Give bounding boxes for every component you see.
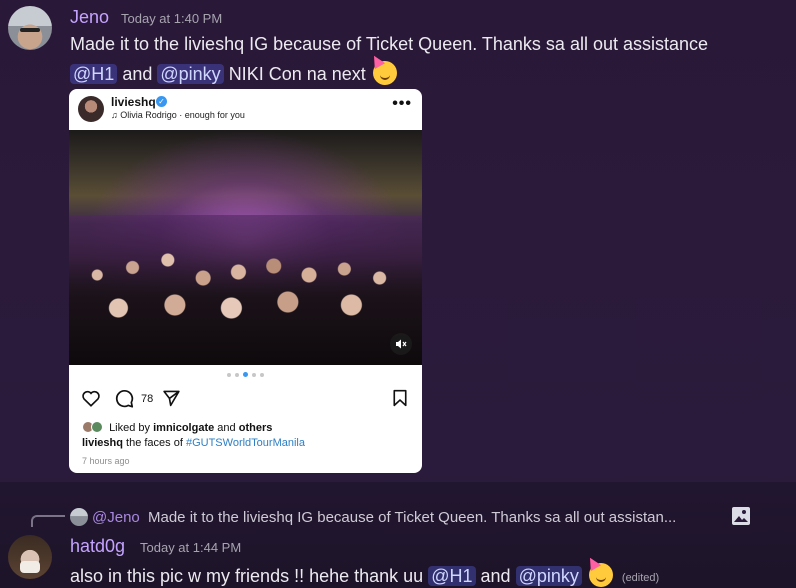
- caption-username[interactable]: livieshq: [82, 437, 123, 449]
- message-and-text: and: [480, 566, 511, 586]
- music-note-icon: ♫: [111, 110, 118, 120]
- instagram-actions: 78: [69, 387, 422, 413]
- caption-hashtag[interactable]: #GUTSWorldTourManila: [186, 437, 305, 449]
- reply-spine: [31, 515, 65, 527]
- instagram-username[interactable]: livieshq: [111, 95, 156, 109]
- instagram-liked-by: Liked by imnicolgate and others: [82, 421, 272, 434]
- message-after-mentions: NIKI Con na next: [228, 64, 366, 84]
- carousel-indicator: [69, 372, 422, 377]
- message-text: also in this pic w my friends !! hehe th…: [70, 563, 659, 587]
- concert-crowd-image: [69, 215, 422, 365]
- liked-user[interactable]: imnicolgate: [153, 422, 214, 434]
- message-jeno: Jeno Today at 1:40 PM Made it to the liv…: [0, 0, 796, 482]
- message-text-line-1: Made it to the livieshq IG because of Ti…: [70, 34, 709, 54]
- timestamp: Today at 1:44 PM: [140, 540, 242, 555]
- verified-icon: ✓: [156, 96, 167, 107]
- avatar[interactable]: [8, 535, 52, 579]
- mention-pinky[interactable]: @pinky: [515, 566, 582, 586]
- edited-label: (edited): [621, 572, 660, 584]
- username[interactable]: Jeno: [70, 7, 109, 28]
- carousel-dot: [260, 373, 264, 377]
- message-text-before: also in this pic w my friends !! hehe th…: [70, 566, 424, 586]
- more-options-icon[interactable]: •••: [392, 95, 412, 113]
- liked-and: and: [217, 422, 236, 434]
- timestamp: Today at 1:40 PM: [121, 11, 223, 26]
- share-icon[interactable]: [162, 389, 181, 407]
- reply-username[interactable]: @Jeno: [92, 509, 140, 526]
- liked-by-avatars: [82, 421, 106, 433]
- carousel-dot: [235, 373, 239, 377]
- mention-h1[interactable]: @H1: [428, 566, 476, 586]
- mention-h1[interactable]: @H1: [70, 64, 118, 84]
- speaker-muted-icon: [396, 339, 407, 349]
- username[interactable]: hatd0g: [70, 536, 125, 557]
- mute-icon[interactable]: [390, 333, 412, 355]
- bookmark-icon[interactable]: [392, 389, 408, 407]
- instagram-time: 7 hours ago: [82, 456, 130, 466]
- message-text-line-2: @H1 and @pinky NIKI Con na next: [70, 61, 397, 85]
- instagram-music-label: Olivia Rodrigo · enough for you: [120, 110, 245, 120]
- instagram-avatar[interactable]: [78, 96, 104, 122]
- instagram-music[interactable]: ♫ Olivia Rodrigo · enough for you: [111, 110, 245, 120]
- instagram-header: livieshq ✓ ♫ Olivia Rodrigo · enough for…: [69, 89, 422, 129]
- image-icon: [732, 507, 750, 525]
- carousel-dot: [252, 373, 256, 377]
- reply-preview-text[interactable]: Made it to the livieshq IG because of Ti…: [148, 509, 676, 526]
- partying-face-icon: [372, 61, 397, 85]
- liked-others[interactable]: others: [239, 422, 273, 434]
- reply-avatar[interactable]: [70, 508, 88, 526]
- message-and-text: and: [122, 64, 153, 84]
- heart-icon[interactable]: [81, 389, 101, 407]
- liked-prefix: Liked by: [109, 422, 151, 434]
- instagram-embed[interactable]: livieshq ✓ ♫ Olivia Rodrigo · enough for…: [69, 89, 422, 473]
- comment-count: 78: [141, 393, 154, 405]
- comment-icon[interactable]: [114, 389, 134, 408]
- partying-face-icon: [588, 563, 613, 587]
- avatar[interactable]: [8, 6, 52, 50]
- instagram-caption: livieshq the faces of #GUTSWorldTourMani…: [82, 437, 305, 449]
- instagram-photo[interactable]: [69, 130, 422, 365]
- caption-text: the faces of: [126, 437, 183, 449]
- carousel-dot: [227, 373, 231, 377]
- mention-pinky[interactable]: @pinky: [157, 64, 224, 84]
- carousel-dot-active: [243, 372, 248, 377]
